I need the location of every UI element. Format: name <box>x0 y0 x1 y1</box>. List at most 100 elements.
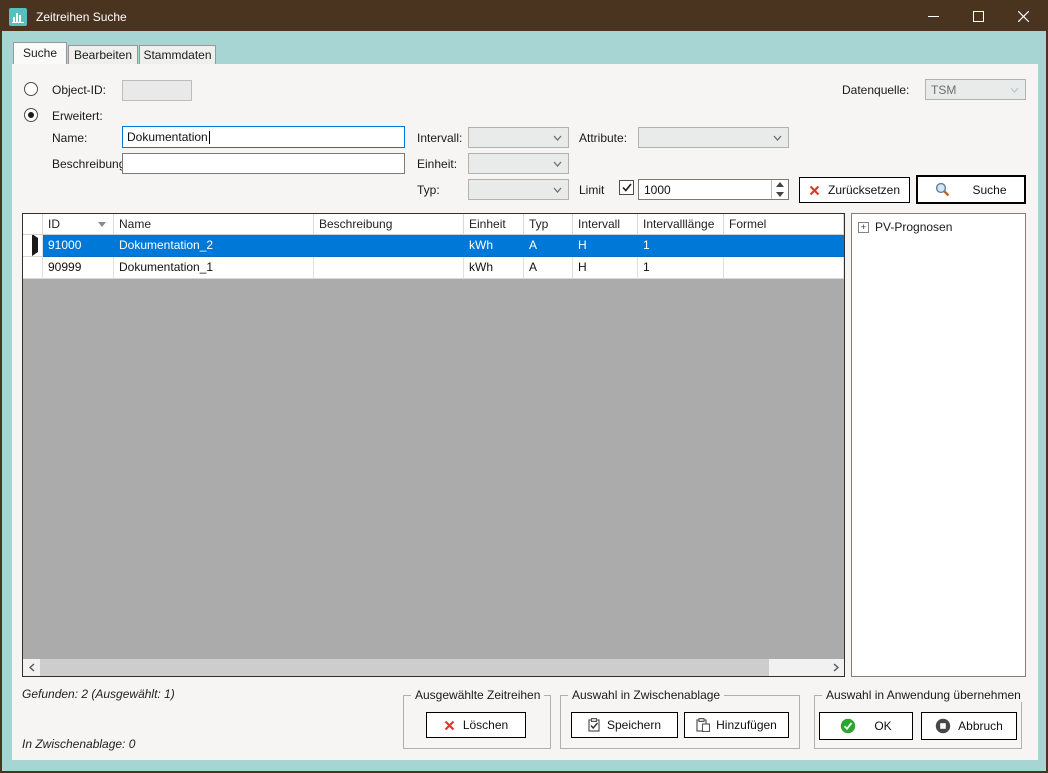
sort-desc-icon <box>98 222 106 227</box>
table-cell[interactable] <box>724 257 844 279</box>
green-check-circle-icon <box>840 718 856 734</box>
tab-stammdaten[interactable]: Stammdaten <box>139 45 216 64</box>
add-to-clipboard-button[interactable]: Hinzufügen <box>684 712 789 738</box>
row-selector-cell[interactable] <box>23 257 43 279</box>
chevron-down-icon <box>553 187 562 193</box>
column-header-id[interactable]: ID <box>43 214 114 235</box>
tree-item-pv-prognosen[interactable]: + PV-Prognosen <box>858 220 952 234</box>
table-row[interactable]: 90999 Dokumentation_1 kWh A H 1 <box>23 257 844 279</box>
datenquelle-select[interactable]: TSM <box>925 79 1026 100</box>
chevron-down-icon <box>553 135 562 141</box>
delete-button[interactable]: Löschen <box>426 712 526 738</box>
table-row[interactable]: 91000 Dokumentation_2 kWh A H 1 <box>23 235 844 257</box>
apply-group: Auswahl in Anwendung übernehmen OK Abbru… <box>814 695 1022 749</box>
column-header-intervalllaenge[interactable]: Intervalllänge <box>638 214 724 235</box>
stop-circle-icon <box>935 718 951 734</box>
group-title: Ausgewählte Zeitreihen <box>411 688 544 702</box>
column-header-name[interactable]: Name <box>114 214 314 235</box>
table-cell[interactable]: Dokumentation_2 <box>114 235 314 257</box>
limit-checkbox[interactable] <box>619 180 634 195</box>
close-icon[interactable] <box>1001 2 1046 31</box>
table-cell[interactable]: H <box>573 257 638 279</box>
table-cell[interactable] <box>314 235 464 257</box>
group-title: Auswahl in Zwischenablage <box>568 688 724 702</box>
table-cell[interactable]: 1 <box>638 257 724 279</box>
table-cell[interactable] <box>314 257 464 279</box>
selected-series-group: Ausgewählte Zeitreihen Löschen <box>403 695 551 749</box>
table-cell[interactable]: 1 <box>638 235 724 257</box>
typ-select[interactable] <box>468 179 569 200</box>
column-header-typ[interactable]: Typ <box>524 214 573 235</box>
save-to-clipboard-button[interactable]: Speichern <box>571 712 678 738</box>
table-cell[interactable]: 91000 <box>43 235 114 257</box>
beschreibung-input[interactable] <box>122 153 405 174</box>
table-cell[interactable]: kWh <box>464 257 524 279</box>
table-cell[interactable] <box>724 235 844 257</box>
table-header-row: ID Name Beschreibung Einheit Typ Interva… <box>23 214 844 235</box>
clipboard-status: In Zwischenablage: 0 <box>22 737 135 751</box>
table-cell[interactable]: H <box>573 235 638 257</box>
tab-bearbeiten[interactable]: Bearbeiten <box>68 45 138 64</box>
tree-item-label[interactable]: PV-Prognosen <box>875 220 952 234</box>
current-row-arrow-icon <box>32 235 38 256</box>
datenquelle-value: TSM <box>931 83 956 97</box>
object-id-input[interactable] <box>122 80 192 101</box>
erweitert-radio[interactable] <box>24 108 38 122</box>
scroll-right-icon[interactable] <box>827 659 844 676</box>
clipboard-group: Auswahl in Zwischenablage Speichern Hinz… <box>560 695 800 749</box>
table-cell[interactable]: 90999 <box>43 257 114 279</box>
chevron-down-icon <box>553 161 562 167</box>
spinner-down-button[interactable] <box>772 190 788 200</box>
search-tab-page: Object-ID: Erweitert: Name: Dokumentatio… <box>12 64 1038 760</box>
object-id-radio[interactable] <box>24 82 38 96</box>
intervall-select[interactable] <box>468 127 569 148</box>
results-table: ID Name Beschreibung Einheit Typ Interva… <box>22 213 845 677</box>
table-cell[interactable]: Dokumentation_1 <box>114 257 314 279</box>
attribute-label: Attribute: <box>579 131 627 145</box>
column-header-beschreibung[interactable]: Beschreibung <box>314 214 464 235</box>
scrollbar-thumb[interactable] <box>40 659 769 676</box>
erweitert-label: Erweitert: <box>52 109 103 123</box>
table-cell[interactable]: kWh <box>464 235 524 257</box>
dialog-window: Zeitreihen Suche Suche Bearbeiten Stammd… <box>0 0 1048 773</box>
einheit-label: Einheit: <box>417 157 457 171</box>
intervall-label: Intervall: <box>417 131 462 145</box>
search-button[interactable]: Suche <box>916 175 1026 204</box>
object-id-label: Object-ID: <box>52 83 106 97</box>
tree-expander-plus-icon[interactable]: + <box>858 222 869 233</box>
chevron-down-icon <box>773 135 782 141</box>
name-input[interactable]: Dokumentation <box>122 126 405 148</box>
horizontal-scrollbar[interactable] <box>23 659 844 676</box>
name-input-value: Dokumentation <box>127 130 208 144</box>
table-cell[interactable]: A <box>524 257 573 279</box>
clipboard-check-icon <box>588 718 601 732</box>
limit-spinner[interactable]: 1000 <box>638 179 789 200</box>
minimize-icon[interactable] <box>911 2 956 31</box>
cancel-button[interactable]: Abbruch <box>921 712 1017 740</box>
scroll-left-icon[interactable] <box>23 659 40 676</box>
group-title: Auswahl in Anwendung übernehmen <box>822 688 1025 702</box>
tab-suche[interactable]: Suche <box>13 42 67 64</box>
category-tree-panel: + PV-Prognosen <box>851 213 1026 677</box>
magnifier-icon <box>935 182 950 197</box>
check-icon <box>622 183 632 192</box>
attribute-select[interactable] <box>638 127 789 148</box>
text-caret <box>209 131 210 144</box>
maximize-icon[interactable] <box>956 2 1001 31</box>
window-title: Zeitreihen Suche <box>36 10 127 24</box>
datenquelle-label: Datenquelle: <box>842 83 909 97</box>
row-selector-header[interactable] <box>23 214 43 235</box>
column-header-intervall[interactable]: Intervall <box>573 214 638 235</box>
row-selector-cell[interactable] <box>23 235 43 257</box>
found-status: Gefunden: 2 (Ausgewählt: 1) <box>22 687 175 701</box>
ok-button[interactable]: OK <box>819 712 913 740</box>
einheit-select[interactable] <box>468 153 569 174</box>
column-header-einheit[interactable]: Einheit <box>464 214 524 235</box>
table-cell[interactable]: A <box>524 235 573 257</box>
limit-label: Limit <box>579 183 604 197</box>
spinner-up-button[interactable] <box>772 180 788 190</box>
name-label: Name: <box>52 131 87 145</box>
clipboard-paste-icon <box>696 718 710 732</box>
reset-button[interactable]: Zurücksetzen <box>799 177 910 203</box>
column-header-formel[interactable]: Formel <box>724 214 844 235</box>
